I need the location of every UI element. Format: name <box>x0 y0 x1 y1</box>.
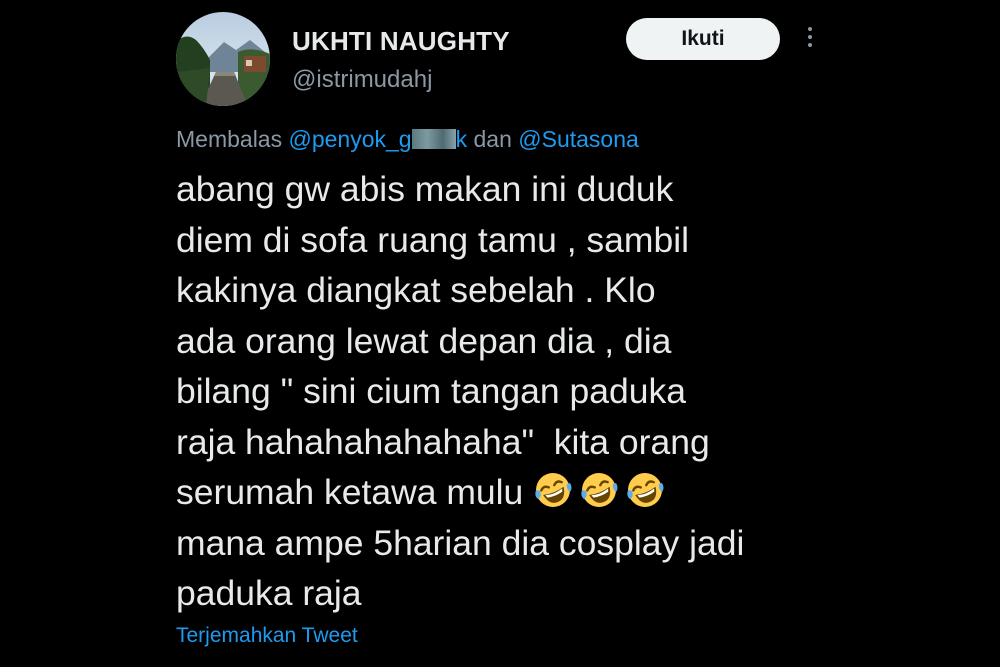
mention-link-2[interactable]: @Sutasona <box>518 126 639 152</box>
mention-1-prefix: @penyok_g <box>288 126 412 152</box>
emoji-group <box>533 472 671 512</box>
avatar[interactable] <box>176 12 270 106</box>
tweet-card: UKHTI NAUGHTY @istrimudahj Ikuti Membala… <box>0 0 1000 667</box>
tweet-text-line: abang gw abis makan ini duduk <box>176 169 674 209</box>
tweet-text-line: diem di sofa ruang tamu , sambil <box>176 219 690 260</box>
redaction-blur <box>411 129 456 149</box>
tweet-text-line: bilang " sini cium tangan paduka <box>176 371 686 411</box>
tweet-text-line: paduka raja <box>176 573 362 613</box>
translate-tweet-link[interactable]: Terjemahkan Tweet <box>176 624 358 648</box>
more-vertical-icon[interactable] <box>800 24 820 56</box>
tweet-text: abang gw abis makan ini duduk diem di so… <box>176 164 976 619</box>
tweet-text-line: ada orang lewat depan dia , dia <box>176 320 672 361</box>
rolling-on-floor-laughing-emoji-icon <box>581 473 618 507</box>
tweet-text-line: mana ampe 5harian dia cosplay jadi <box>176 522 745 563</box>
avatar-image <box>176 12 270 106</box>
mention-link-1[interactable]: @penyok_g k <box>289 126 468 152</box>
replying-to-conjunction: dan <box>473 126 512 152</box>
replying-to: Membalas @penyok_g k dan @Sutasona <box>176 126 639 153</box>
follow-button[interactable]: Ikuti <box>626 18 780 60</box>
tweet-text-line: kakinya diangkat sebelah . Klo <box>176 270 656 310</box>
tweet-text-line-with-emoji: serumah ketawa mulu <box>176 467 976 518</box>
tweet-text-line: raja hahahahahahaha" kita orang <box>176 421 710 462</box>
rolling-on-floor-laughing-emoji-icon <box>535 473 572 507</box>
rolling-on-floor-laughing-emoji-icon <box>627 473 664 507</box>
tweet-text-line: serumah ketawa mulu <box>176 472 534 512</box>
display-name[interactable]: UKHTI NAUGHTY <box>292 26 510 57</box>
user-handle[interactable]: @istrimudahj <box>292 66 432 94</box>
mention-1-suffix: k <box>455 126 468 152</box>
replying-to-label: Membalas <box>176 126 283 152</box>
